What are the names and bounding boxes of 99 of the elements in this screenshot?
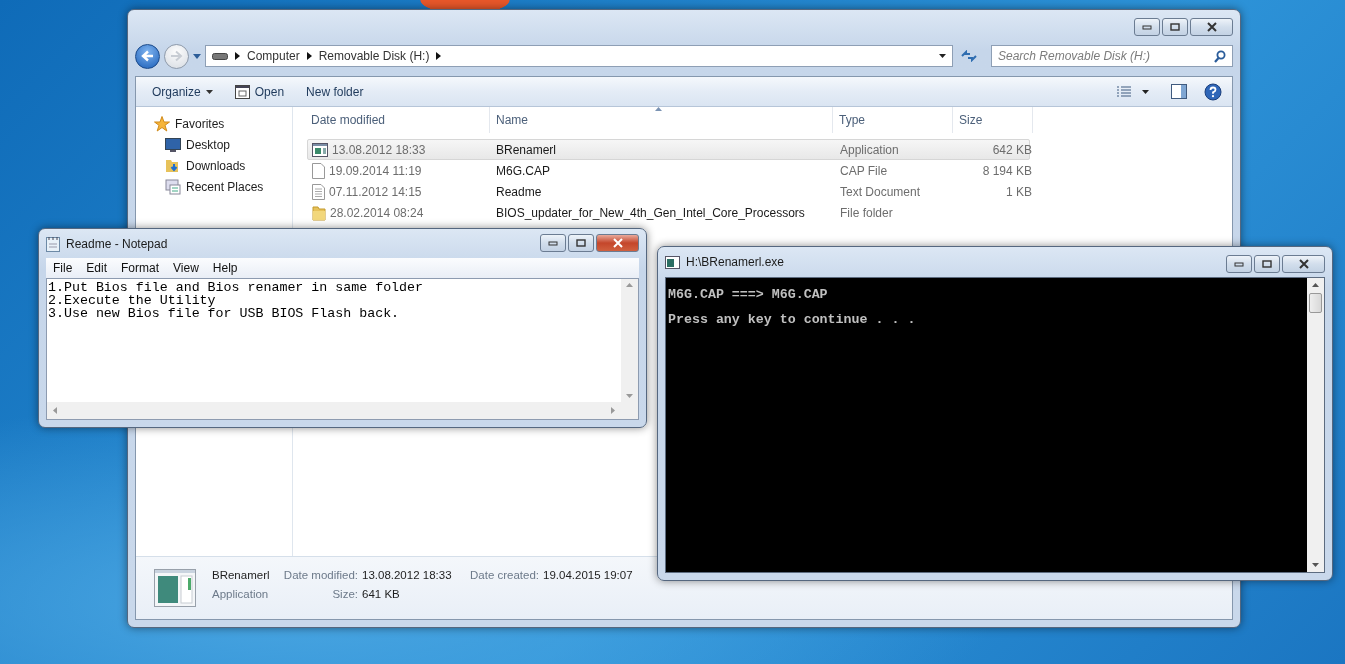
star-icon bbox=[154, 115, 170, 132]
close-icon bbox=[611, 238, 624, 248]
detail-label: Date modified: bbox=[282, 569, 358, 583]
chevron-icon[interactable] bbox=[306, 52, 312, 60]
detail-label: Size: bbox=[331, 588, 358, 602]
detail-label: Date created: bbox=[470, 569, 540, 583]
close-button[interactable] bbox=[1190, 18, 1233, 36]
scroll-left-arrow-icon[interactable] bbox=[53, 407, 57, 414]
maximize-button[interactable] bbox=[1254, 255, 1280, 273]
file-row[interactable]: 19.09.2014 11:19 M6G.CAP CAP File 8 194 KB bbox=[307, 160, 1030, 181]
table-cell: 13.08.2012 18:33 bbox=[332, 142, 426, 157]
application-icon bbox=[312, 142, 328, 157]
caret-icon[interactable] bbox=[939, 54, 946, 58]
table-cell: 07.11.2012 14:15 bbox=[329, 184, 422, 199]
menu-item[interactable]: File bbox=[46, 261, 80, 275]
table-cell: M6G.CAP bbox=[496, 163, 550, 178]
sidebar-item[interactable]: Recent Places bbox=[186, 179, 264, 194]
horizontal-scrollbar[interactable] bbox=[47, 402, 621, 419]
application-icon bbox=[154, 569, 196, 607]
breadcrumb-item[interactable]: Computer bbox=[247, 49, 300, 63]
maximize-button[interactable] bbox=[1162, 18, 1188, 36]
table-cell: CAP File bbox=[840, 163, 888, 178]
toolbar-button[interactable]: Open bbox=[226, 79, 293, 104]
help-icon[interactable] bbox=[1204, 82, 1222, 101]
column-header[interactable]: Name bbox=[490, 107, 833, 133]
file-row[interactable]: 07.11.2012 14:15 Readme Text Document 1 KB bbox=[307, 181, 1030, 202]
detail-value: 19.04.2015 19:07 bbox=[543, 569, 633, 583]
console-icon bbox=[665, 255, 680, 269]
address-bar[interactable]: Computer Removable Disk (H:) bbox=[205, 45, 953, 67]
file-name: BRenamerl bbox=[212, 569, 271, 583]
console-output: M6G.CAP ===> M6G.CAP Press any key to continue . . . bbox=[667, 286, 917, 329]
table-cell: Text Document bbox=[840, 184, 921, 199]
close-button[interactable] bbox=[1282, 255, 1325, 273]
table-cell: 19.09.2014 11:19 bbox=[329, 163, 422, 178]
search-field[interactable]: Search Removable Disk (H:) bbox=[991, 45, 1233, 67]
folder-icon bbox=[312, 204, 326, 221]
close-button[interactable] bbox=[596, 234, 639, 252]
text-file-icon bbox=[312, 183, 325, 200]
toolbar-button[interactable]: New folder bbox=[298, 79, 372, 104]
window-title: H:\BRenamerl.exe bbox=[686, 255, 785, 269]
scroll-right-arrow-icon[interactable] bbox=[611, 407, 615, 414]
table-cell: Readme bbox=[496, 184, 542, 199]
detail-value: 13.08.2012 18:33 bbox=[362, 569, 453, 583]
download-folder-icon bbox=[165, 157, 181, 174]
minimize-button[interactable] bbox=[540, 234, 566, 252]
toolbar-button[interactable]: Organize bbox=[144, 79, 221, 104]
column-header[interactable]: Type bbox=[833, 107, 953, 133]
caret-icon bbox=[205, 89, 213, 94]
scroll-down-arrow-icon[interactable] bbox=[1312, 563, 1319, 567]
menu-item[interactable]: Help bbox=[205, 261, 245, 275]
sidebar-heading[interactable]: Favorites bbox=[175, 116, 225, 131]
close-icon bbox=[1297, 259, 1310, 269]
chevron-icon[interactable] bbox=[235, 52, 240, 60]
column-header[interactable]: Size bbox=[953, 107, 1033, 133]
table-cell: Application bbox=[840, 142, 899, 157]
minimize-icon bbox=[1234, 261, 1244, 267]
maximize-icon bbox=[1262, 260, 1272, 268]
file-row[interactable]: 28.02.2014 08:24 BIOS_updater_for_New_4th_Gen_Intel_Core_Processors File folder bbox=[307, 202, 1030, 223]
search-icon bbox=[1214, 49, 1226, 63]
refresh-icon bbox=[961, 50, 977, 62]
maximize-icon bbox=[576, 239, 586, 247]
recent-places-icon bbox=[165, 178, 181, 195]
column-header[interactable]: Date modified bbox=[305, 107, 490, 133]
file-icon bbox=[312, 162, 325, 179]
sidebar-item[interactable]: Desktop bbox=[186, 137, 231, 152]
table-cell: BIOS_updater_for_New_4th_Gen_Intel_Core_Processors bbox=[496, 205, 805, 220]
window-icon bbox=[234, 84, 250, 99]
vertical-scrollbar[interactable] bbox=[1307, 278, 1324, 572]
minimize-button[interactable] bbox=[1134, 18, 1160, 36]
sidebar-item[interactable]: Downloads bbox=[186, 158, 246, 173]
table-cell: 642 KB bbox=[992, 142, 1032, 157]
back-arrow-icon bbox=[141, 50, 154, 62]
back-button[interactable] bbox=[135, 43, 160, 69]
detail-value: 641 KB bbox=[362, 588, 401, 602]
file-row[interactable]: 13.08.2012 18:33 BRenamerl Application 642 KB bbox=[307, 139, 1030, 160]
minimize-icon bbox=[548, 240, 558, 246]
table-cell: 1 KB bbox=[1006, 184, 1032, 199]
window-title: Readme - Notepad bbox=[66, 236, 168, 251]
chevron-icon[interactable] bbox=[436, 52, 442, 60]
minimize-icon bbox=[1142, 24, 1152, 30]
scroll-thumb[interactable] bbox=[1309, 293, 1322, 313]
monitor-icon bbox=[165, 137, 181, 152]
table-cell: BRenamerl bbox=[496, 142, 557, 157]
table-cell: 8 194 KB bbox=[982, 163, 1032, 178]
forward-arrow-icon bbox=[170, 50, 183, 62]
close-icon bbox=[1205, 22, 1218, 32]
minimize-button[interactable] bbox=[1226, 255, 1252, 273]
table-cell: 28.02.2014 08:24 bbox=[330, 205, 424, 220]
breadcrumb-item[interactable]: Removable Disk (H:) bbox=[318, 49, 430, 63]
file-type: Application bbox=[212, 588, 270, 602]
menu-item[interactable]: View bbox=[166, 261, 206, 275]
maximize-button[interactable] bbox=[568, 234, 594, 252]
menu-item[interactable]: Format bbox=[114, 261, 167, 275]
scroll-up-arrow-icon[interactable] bbox=[1312, 283, 1319, 287]
table-cell: File folder bbox=[840, 205, 893, 220]
menu-item[interactable]: Edit bbox=[79, 261, 115, 275]
notepad-icon bbox=[46, 235, 60, 252]
drive-icon bbox=[212, 52, 228, 60]
maximize-icon bbox=[1170, 23, 1180, 31]
